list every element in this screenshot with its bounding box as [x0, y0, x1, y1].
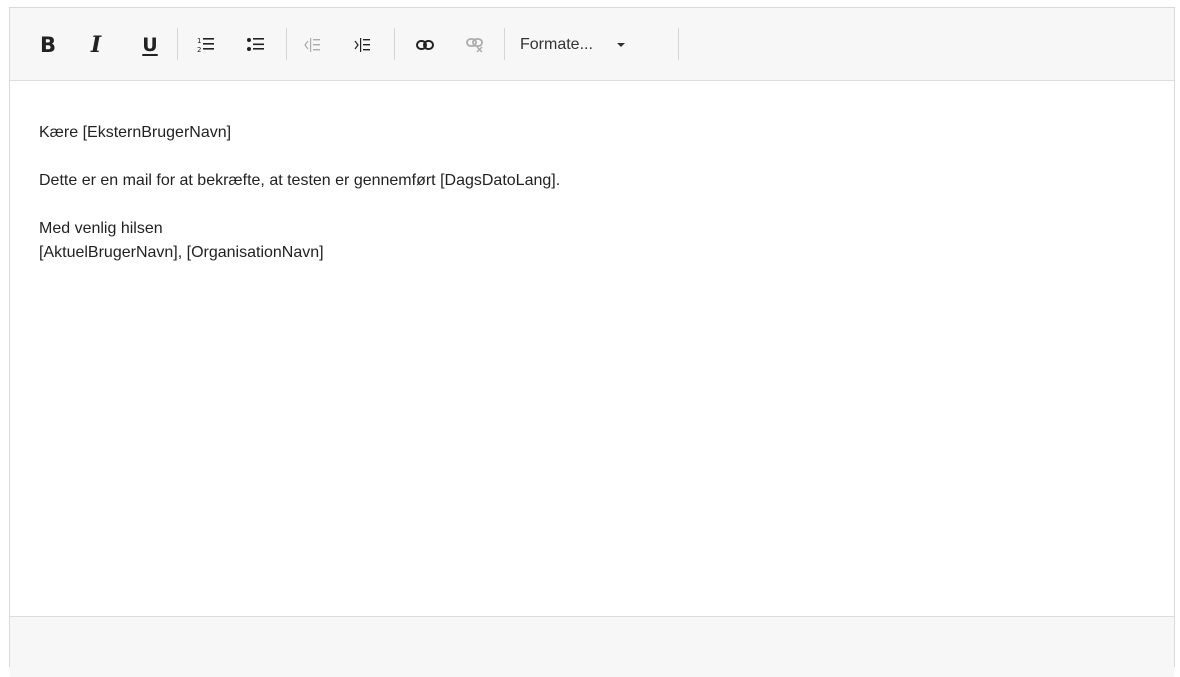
chevron-down-icon: [616, 43, 625, 47]
bullet-list-button[interactable]: [244, 30, 268, 60]
editor-content-area[interactable]: Kære [EksternBrugerNavn] Dette er en mai…: [10, 81, 1174, 265]
rich-text-editor: B I U 1 2 Formate... Kære [EksternBruger…: [9, 7, 1175, 677]
unlink-icon: [466, 38, 483, 53]
bullet-list-icon: [247, 38, 264, 51]
link-icon: [416, 40, 434, 50]
closing-line: Med venlig hilsen: [39, 220, 163, 237]
bold-icon: B: [39, 32, 56, 57]
toolbar-divider: [286, 28, 287, 60]
greeting-line: Kære [EksternBrugerNavn]: [39, 124, 232, 141]
outdent-button[interactable]: [301, 30, 323, 60]
outdent-icon: [304, 38, 320, 52]
toolbar-divider: [177, 28, 178, 60]
editor-statusbar: [10, 616, 1174, 677]
format-dropdown-label: Formate...: [520, 36, 593, 53]
indent-icon: [354, 38, 370, 52]
unlink-button[interactable]: [463, 30, 487, 60]
underline-button[interactable]: U: [138, 30, 162, 60]
body-line: Dette er en mail for at bekræfte, at tes…: [39, 172, 561, 189]
underline-icon: U: [142, 33, 158, 56]
italic-icon: I: [90, 32, 102, 58]
link-button[interactable]: [413, 30, 437, 60]
numbered-list-button[interactable]: 1 2: [194, 30, 218, 60]
svg-text:1: 1: [197, 37, 201, 45]
editor-toolbar: B I U 1 2 Formate...: [10, 8, 1174, 81]
bold-button[interactable]: B: [36, 30, 60, 60]
numbered-list-icon: 1 2: [197, 37, 214, 54]
signature-line: [AktuelBrugerNavn], [OrganisationNavn]: [39, 244, 324, 261]
svg-text:2: 2: [197, 46, 201, 54]
toolbar-divider: [394, 28, 395, 60]
format-dropdown[interactable]: Formate...: [520, 30, 690, 60]
toolbar-divider: [678, 28, 679, 60]
italic-button[interactable]: I: [86, 30, 106, 60]
toolbar-divider: [504, 28, 505, 60]
indent-button[interactable]: [351, 30, 373, 60]
